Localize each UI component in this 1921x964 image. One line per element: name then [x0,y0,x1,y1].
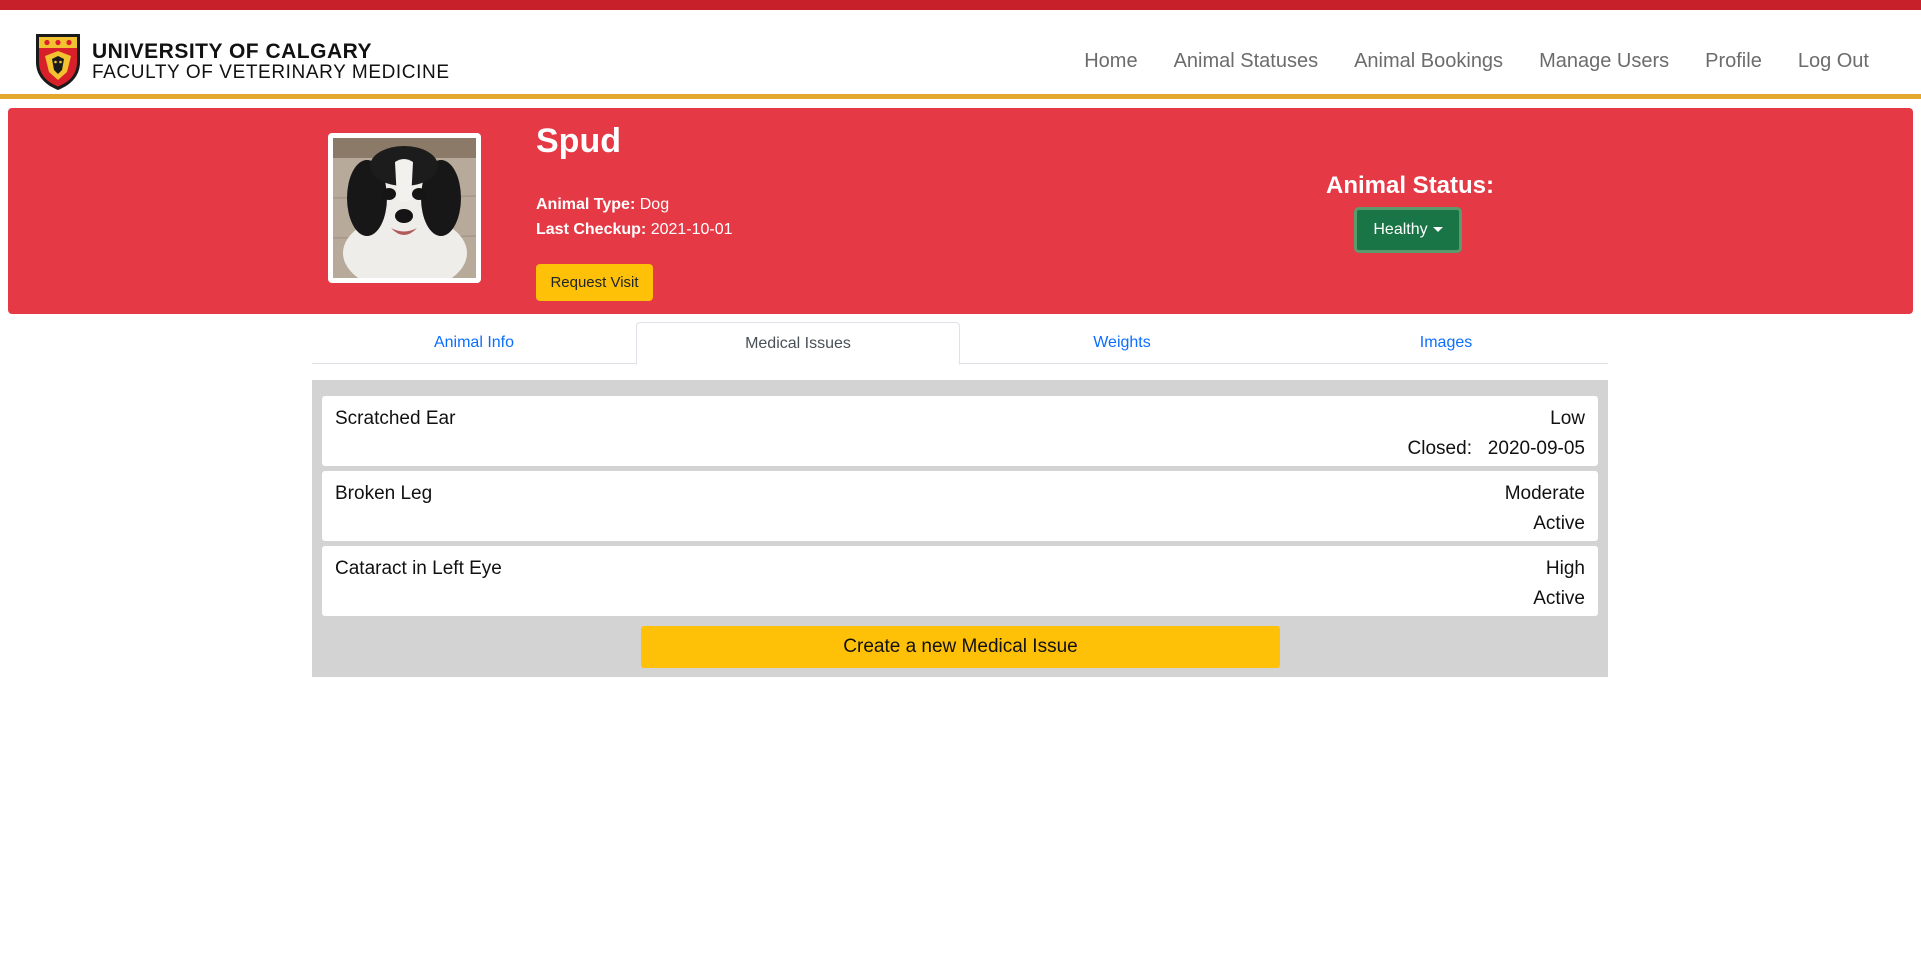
caret-down-icon [1432,227,1443,233]
animal-header-banner: Spud Animal Type: Dog Last Checkup: 2021… [8,108,1913,314]
animal-photo-frame [328,133,481,283]
animal-type-value: Dog [639,196,670,213]
issue-severity: Moderate [1504,483,1585,504]
animal-meta: Animal Type: Dog Last Checkup: 2021-10-0… [536,192,733,242]
last-checkup-label: Last Checkup: [536,221,647,238]
issue-title: Broken Leg [335,483,433,504]
animal-status-value: Healthy [1373,221,1428,238]
nav-animal-statuses[interactable]: Animal Statuses [1174,50,1319,73]
tab-images[interactable]: Images [1284,322,1608,364]
dog-photo [333,138,476,278]
brand[interactable]: UNIVERSITY OF CALGARY FACULTY OF VETERIN… [34,32,450,92]
tab-animal-info[interactable]: Animal Info [312,322,636,364]
tab-medical-issues[interactable]: Medical Issues [636,322,960,365]
issue-severity: High [1545,558,1585,579]
animal-status-dropdown[interactable]: Healthy [1354,207,1462,253]
university-crest-icon [36,34,80,90]
navbar-gold-divider [0,94,1921,99]
top-navbar: UNIVERSITY OF CALGARY FACULTY OF VETERIN… [0,10,1921,96]
animal-status-heading: Animal Status: [1326,172,1495,199]
issue-title: Scratched Ear [335,408,456,429]
animal-type-label: Animal Type: [536,196,636,213]
issue-title: Cataract in Left Eye [335,558,502,579]
top-accent-strip [0,0,1921,10]
brand-title: UNIVERSITY OF CALGARY [92,40,373,63]
animal-type-row: Animal Type: Dog [536,192,733,217]
nav-manage-users[interactable]: Manage Users [1539,50,1669,73]
issue-state: Active [1533,513,1585,534]
nav-home[interactable]: Home [1084,50,1137,73]
medical-issues-panel: Scratched Ear Low Closed: 2020-09-05 Bro… [312,380,1608,677]
request-visit-button[interactable]: Request Visit [536,264,653,301]
nav-log-out[interactable]: Log Out [1798,50,1869,73]
medical-issue-card[interactable]: Scratched Ear Low Closed: 2020-09-05 [322,396,1598,466]
last-checkup-value: 2021-10-01 [650,221,733,238]
tab-weights[interactable]: Weights [960,322,1284,364]
nav-profile[interactable]: Profile [1705,50,1762,73]
last-checkup-row: Last Checkup: 2021-10-01 [536,217,733,242]
medical-issue-card[interactable]: Cataract in Left Eye High Active [322,546,1598,616]
issue-severity: Low [1550,408,1585,429]
issue-state: Closed: 2020-09-05 [1407,438,1585,459]
create-medical-issue-button[interactable]: Create a new Medical Issue [641,626,1280,668]
medical-issue-card[interactable]: Broken Leg Moderate Active [322,471,1598,541]
nav-links: Home Animal Statuses Animal Bookings Man… [1048,50,1869,73]
animal-name: Spud [536,122,621,160]
issue-state: Active [1533,588,1585,609]
nav-animal-bookings[interactable]: Animal Bookings [1354,50,1503,73]
animal-tabs: Animal Info Medical Issues Weights Image… [312,322,1608,365]
brand-subtitle: FACULTY OF VETERINARY MEDICINE [92,62,450,84]
